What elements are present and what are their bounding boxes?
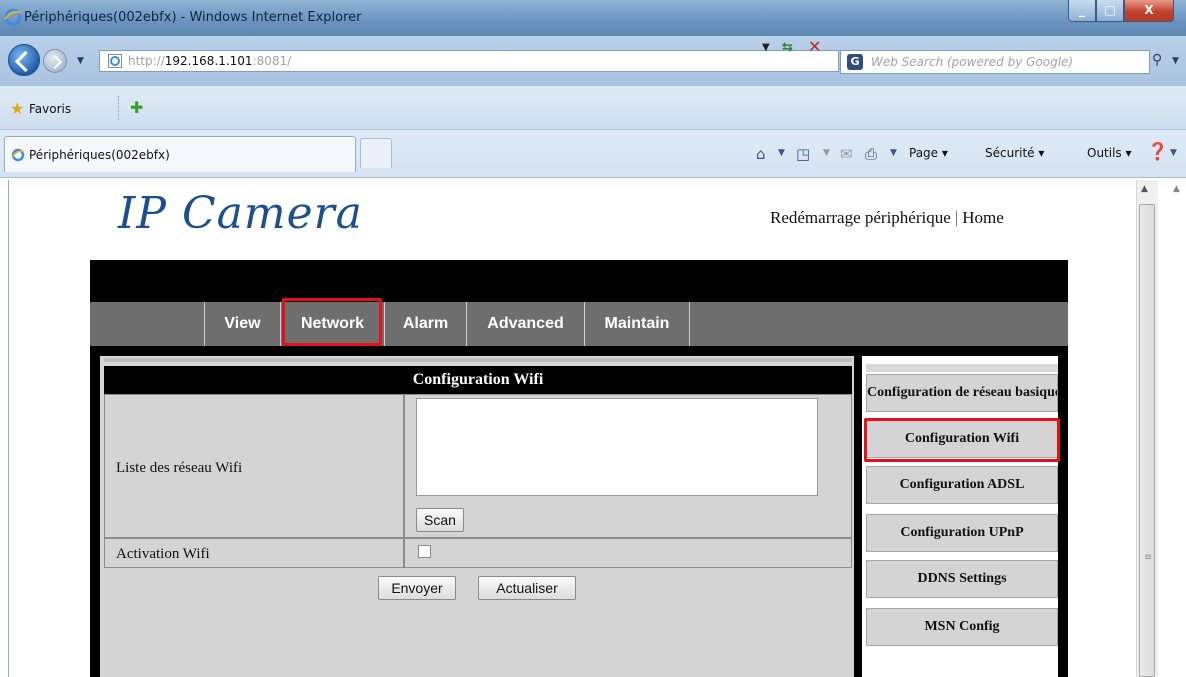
print-dropdown-icon[interactable]: ▼ [890,148,897,158]
minimize-icon: _ [1079,3,1085,17]
maximize-button[interactable]: □ [1096,0,1124,22]
help-dropdown-icon[interactable]: ▼ [1170,148,1177,158]
home-dropdown-icon[interactable]: ▼ [778,148,785,158]
scrollbar-thumb[interactable] [1139,204,1155,677]
help-icon[interactable]: ❓ [1147,142,1168,162]
activation-cell [404,538,852,568]
menu-alarm[interactable]: Alarm [384,302,466,346]
tools-menu[interactable]: Outils ▾ [1087,146,1132,160]
side-item-msn[interactable]: MSN Config [866,608,1058,646]
activation-wifi-label: Activation Wifi [116,546,210,562]
refresh-button[interactable]: Actualiser [478,576,576,600]
home-link[interactable]: Home [962,208,1004,227]
print-icon[interactable]: ⎙ [865,145,877,163]
reboot-device-link[interactable]: Redémarrage périphérique [770,208,951,227]
page-menu[interactable]: Page ▾ [909,146,948,160]
feed-dropdown-icon[interactable]: ▼ [823,148,830,158]
header-band [90,260,1068,302]
new-tab-button[interactable] [360,138,392,168]
scan-button[interactable]: Scan [416,508,464,532]
window-title-bar: Périphériques(002ebfx) - Windows Interne… [0,0,1186,36]
address-url: http://192.168.1.101:8081/ [128,54,292,68]
wifi-side-highlight [864,418,1060,462]
menu-advanced[interactable]: Advanced [466,302,584,346]
maximize-icon: □ [1104,3,1116,17]
activation-wifi-checkbox[interactable] [418,545,431,558]
send-button[interactable]: Envoyer [378,576,456,600]
stop-icon[interactable]: ✕ [808,38,826,56]
scroll-grip-icon: ≡ [1144,552,1153,563]
internet-explorer-icon [4,8,22,26]
favorites-star-icon[interactable]: ★ [10,99,24,118]
address-dropdown-icon[interactable]: ▼ [762,42,770,53]
tab-current[interactable]: Périphériques(002ebfx) [4,136,356,172]
ip-camera-logo: IP Camera [118,188,363,239]
internet-explorer-icon [11,148,25,162]
search-placeholder: Web Search (powered by Google) [871,55,1074,69]
home-icon[interactable]: ⌂ [756,145,766,163]
window-title: Périphériques(002ebfx) - Windows Interne… [24,10,362,25]
side-rule [866,364,1058,372]
refresh-icon[interactable]: ⇆ [782,40,798,56]
side-item-adsl[interactable]: Configuration ADSL [866,466,1058,504]
side-item-upnp[interactable]: Configuration UPnP [866,514,1058,552]
wifi-list-label: Liste des réseau Wifi [116,460,243,476]
network-highlight [282,298,382,346]
search-options-dropdown-icon[interactable]: ▼ [1172,56,1179,66]
panel-title: Configuration Wifi [104,366,852,394]
side-item-ddns[interactable]: DDNS Settings [866,560,1058,598]
panel-rule [104,358,852,362]
side-item-basic-network[interactable]: Configuration de réseau basique [866,374,1058,412]
address-field[interactable]: http://192.168.1.101:8081/ [99,50,839,72]
search-icon[interactable]: ⚲ [1152,52,1162,68]
rss-feed-icon[interactable]: ◳ [796,145,810,163]
toolbar-separator [118,96,119,120]
wifi-network-list[interactable] [416,398,818,496]
menu-view[interactable]: View [204,302,280,346]
outer-scroll-up-icon[interactable]: ▲ [1173,184,1180,194]
forward-button[interactable] [43,49,67,73]
tab-title: Périphériques(002ebfx) [29,148,170,162]
favorites-bar: ★ Favoris ✚ [0,86,1186,130]
top-links: Redémarrage périphérique | Home [770,208,1004,228]
link-separator: | [954,208,959,227]
favorites-button[interactable]: Favoris [29,102,71,116]
scroll-up-icon[interactable]: ▲ [1141,184,1148,194]
back-button[interactable] [8,44,40,76]
minimize-button[interactable]: _ [1068,0,1096,22]
search-input[interactable]: G Web Search (powered by Google) [840,50,1150,74]
mail-icon[interactable]: ✉ [840,145,853,163]
close-window-button[interactable]: X [1124,0,1174,22]
close-icon: X [1144,3,1154,17]
history-dropdown-icon[interactable]: ▼ [77,56,84,66]
menu-maintain[interactable]: Maintain [584,302,690,346]
security-menu[interactable]: Sécurité ▾ [985,146,1044,160]
search-engine-icon[interactable]: G [847,54,863,70]
add-to-favorites-icon[interactable]: ✚ [130,98,143,117]
page-icon [108,54,122,68]
